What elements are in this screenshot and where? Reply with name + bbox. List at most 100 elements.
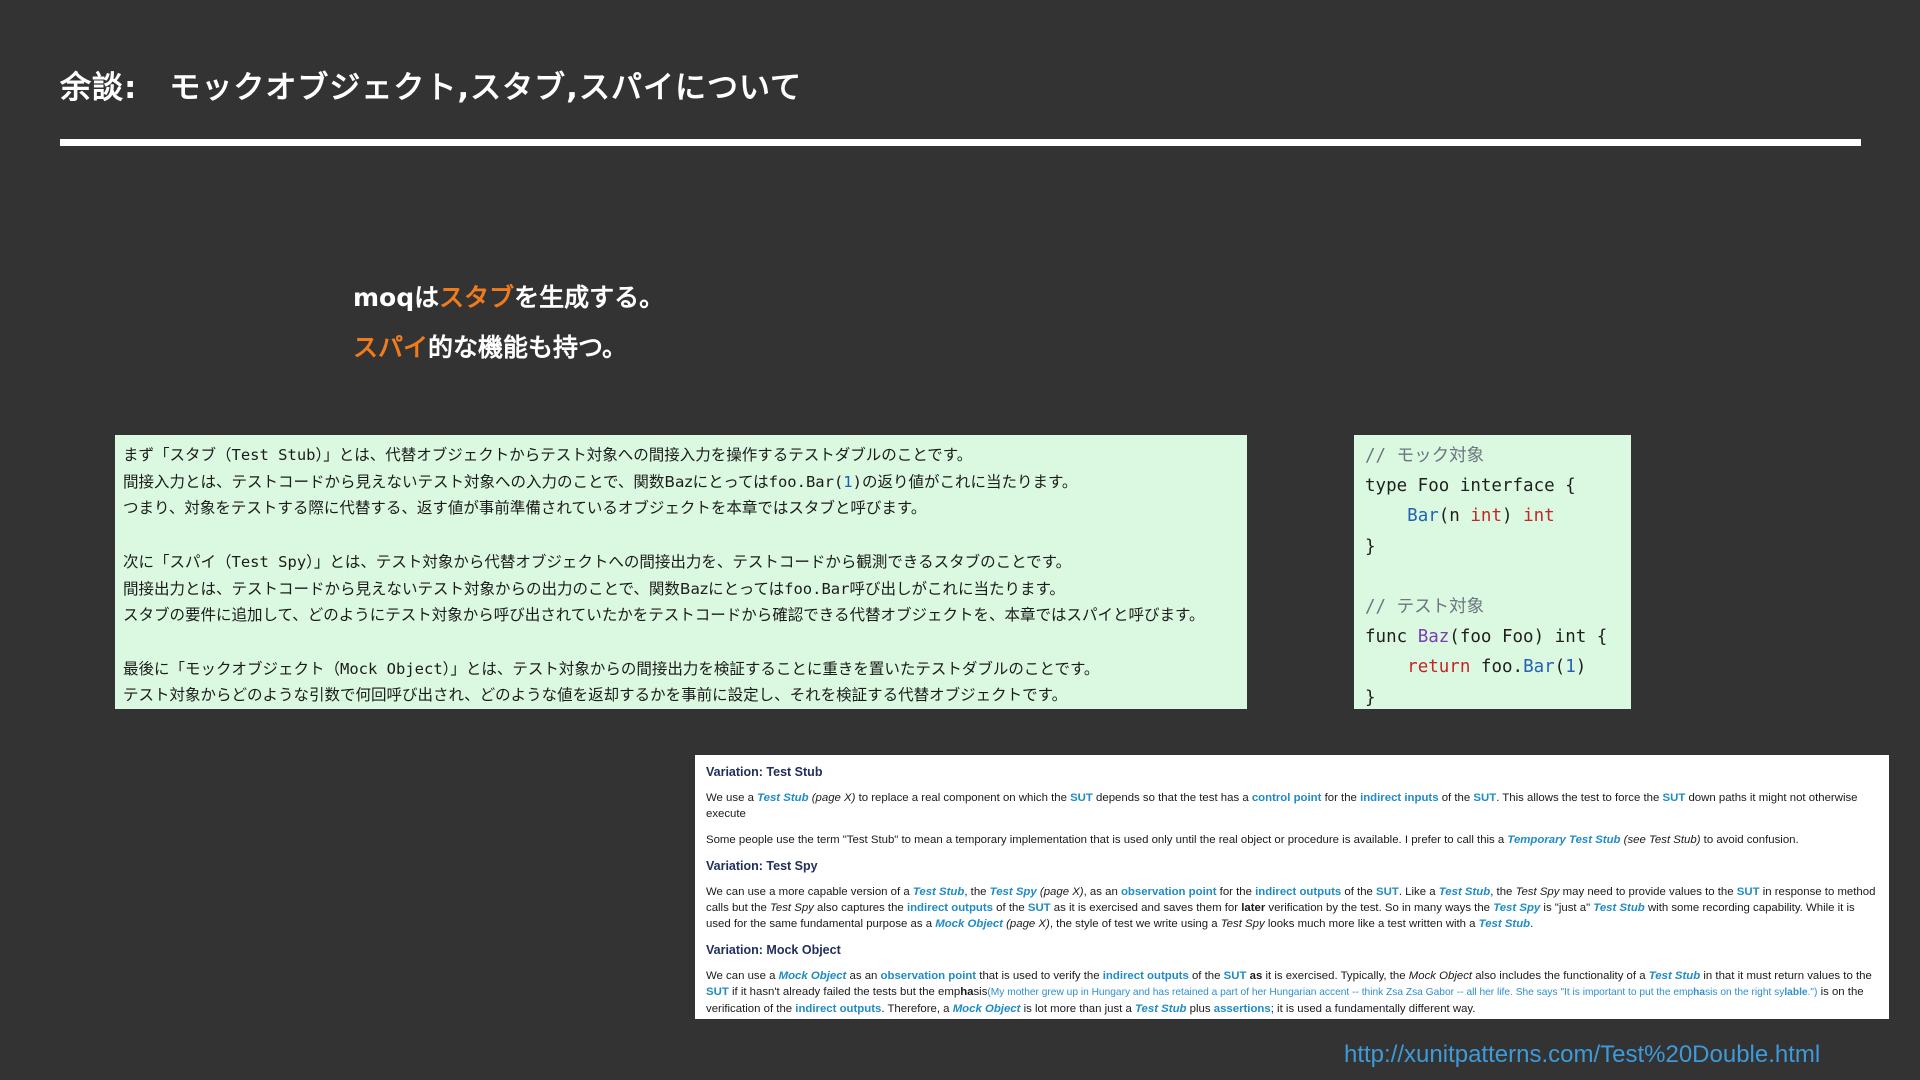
stub-def-line-1: まず「スタブ（Test Stub）」とは、代替オブジェクトからテスト対象への間接… — [123, 442, 1239, 469]
lead-accent-spy: スパイ — [353, 333, 429, 362]
text: it is exercised. Typically, the — [1262, 970, 1409, 982]
code-line: Bar(n int) int — [1365, 501, 1620, 531]
pattern-link[interactable]: Mock Object — [935, 918, 1003, 930]
term-link[interactable]: SUT — [706, 986, 729, 998]
pattern-link[interactable]: Test Spy — [1493, 902, 1540, 914]
term-link[interactable]: SUT — [1028, 902, 1051, 914]
page-ref: (page X) — [808, 792, 856, 804]
code-text: func — [1365, 627, 1418, 648]
code-term: Test Spy — [231, 552, 307, 571]
pattern-name: Test Spy — [769, 902, 814, 914]
lead-line-1: moqはスタブを生成する。 — [353, 278, 664, 314]
emphasis: ha — [960, 986, 974, 998]
footnote: (My mother grew up in Hungary and has re… — [987, 987, 1694, 998]
pattern-link[interactable]: Test Stub — [1439, 886, 1490, 898]
text: ）」とは、テスト対象からの間接出力を検証することに重きを置いたテストダブルのこと… — [442, 659, 1100, 678]
term-link[interactable]: SUT — [1663, 792, 1686, 804]
term-link[interactable]: SUT — [1224, 970, 1247, 982]
code-keyword: int — [1470, 506, 1502, 527]
stub-variation-paragraph: We use a Test Stub (page X) to replace a… — [706, 790, 1878, 822]
code-term: foo.Bar — [784, 579, 850, 598]
pattern-link[interactable]: Temporary Test Stub — [1507, 834, 1620, 846]
term-link[interactable]: indirect outputs — [907, 902, 993, 914]
term-link[interactable]: SUT — [1473, 792, 1496, 804]
pattern-link[interactable]: Test Stub — [1479, 918, 1530, 930]
code-text: ( — [1554, 657, 1566, 678]
text: 次に「スパイ（ — [123, 552, 232, 571]
text: 呼び出しがこれに当たります。 — [849, 579, 1065, 598]
text: 間接出力とは、テストコードから見えないテスト対象からの出力のことで、関数Bazに… — [123, 579, 785, 598]
pattern-link[interactable]: Test Stub — [757, 792, 808, 804]
stub-def-line-2: 間接入力とは、テストコードから見えないテスト対象への入力のことで、関数Bazにと… — [123, 469, 1239, 496]
pattern-link[interactable]: Mock Object — [779, 970, 847, 982]
term-link[interactable]: SUT — [1737, 886, 1760, 898]
text: , the — [964, 886, 990, 898]
footnote: ha — [1693, 987, 1706, 998]
text: We use a — [706, 792, 758, 804]
pattern-link[interactable]: Test Stub — [913, 886, 964, 898]
code-keyword: return — [1407, 657, 1471, 678]
text: 間接入力とは、テストコードから見えないテスト対象への入力のことで、関数Bazにと… — [123, 472, 769, 491]
footnote: sis on the right sy — [1705, 987, 1785, 998]
text: also includes the functionality of a — [1472, 970, 1649, 982]
code-func: Bar — [1523, 657, 1555, 678]
text: Some people use the term "Test Stub" to … — [706, 834, 1508, 846]
text: . Like a — [1398, 886, 1439, 898]
text: depends so that the test has a — [1092, 792, 1252, 804]
term-link[interactable]: indirect outputs — [1103, 970, 1189, 982]
pattern-name: Mock Object — [1408, 970, 1473, 982]
page-ref: (page X) — [1002, 918, 1050, 930]
pattern-link[interactable]: Test Stub — [1649, 970, 1700, 982]
spy-variation-heading: Variation: Test Spy — [706, 859, 818, 873]
emphasis: later — [1241, 902, 1266, 914]
term-link[interactable]: observation point — [1121, 886, 1217, 898]
text: ）」とは、テスト対象から代替オブジェクトへの間接出力を、テストコードから観測でき… — [306, 552, 1072, 571]
code-line: return foo.Bar(1) — [1365, 652, 1620, 682]
text: ）」とは、代替オブジェクトからテスト対象への間接入力を操作するテストダブルのこと… — [315, 446, 973, 464]
text: . Therefore, a — [881, 1003, 953, 1015]
term-link[interactable]: indirect outputs — [1255, 886, 1341, 898]
footnote: .") — [1807, 987, 1818, 998]
term-link[interactable]: SUT — [1376, 886, 1399, 898]
term-link[interactable]: assertions — [1214, 1003, 1271, 1015]
term-link[interactable]: indirect outputs — [795, 1003, 881, 1015]
mock-variation-paragraph: We can use a Mock Object as an observati… — [706, 968, 1878, 1017]
text: to avoid confusion. — [1700, 834, 1799, 846]
text: の返り値がこれに当たります。 — [861, 472, 1078, 491]
title-divider — [60, 139, 1861, 146]
mock-def-line-2: テスト対象からどのような引数で何回呼び出され、どのような値を返却するかを事前に設… — [123, 686, 1068, 705]
source-url-link[interactable]: http://xunitpatterns.com/Test%20Double.h… — [1344, 1041, 1820, 1069]
term-link[interactable]: SUT — [1070, 792, 1093, 804]
text: of the — [1438, 792, 1474, 804]
code-line: } — [1365, 687, 1376, 708]
text: plus — [1186, 1003, 1214, 1015]
pattern-link[interactable]: Test Stub — [1135, 1003, 1186, 1015]
code-text: ) — [1501, 506, 1524, 527]
code-term: foo.Bar( — [768, 472, 844, 491]
code-keyword: int — [1523, 506, 1555, 527]
term-link[interactable]: control point — [1252, 792, 1322, 804]
text: of the — [993, 902, 1028, 914]
code-number: 1 — [1565, 657, 1576, 678]
pattern-link[interactable]: Test Stub — [1593, 902, 1644, 914]
pattern-link[interactable]: Mock Object — [953, 1003, 1021, 1015]
code-func: Bar — [1407, 506, 1439, 527]
text: is "just a" — [1540, 902, 1594, 914]
footnote: lable — [1784, 987, 1808, 998]
code-term: ) — [852, 472, 862, 491]
text: of the — [1188, 970, 1224, 982]
text: that is used to verify the — [976, 970, 1103, 982]
code-line: } — [1365, 536, 1376, 557]
code-comment: // テスト対象 — [1365, 596, 1485, 617]
term-link[interactable]: observation point — [881, 970, 977, 982]
term-link[interactable]: indirect inputs — [1360, 792, 1438, 804]
definitions-panel: まず「スタブ（Test Stub）」とは、代替オブジェクトからテスト対象への間接… — [115, 435, 1247, 709]
pattern-name: Test Spy — [1220, 918, 1265, 930]
xunit-excerpt: Variation: Test Stub We use a Test Stub … — [695, 755, 1889, 1019]
text: . — [1530, 918, 1534, 930]
text: may need to provide values to the — [1559, 886, 1737, 898]
text: looks much more like a test written with… — [1264, 918, 1479, 930]
pattern-link[interactable]: Test Spy — [990, 886, 1037, 898]
